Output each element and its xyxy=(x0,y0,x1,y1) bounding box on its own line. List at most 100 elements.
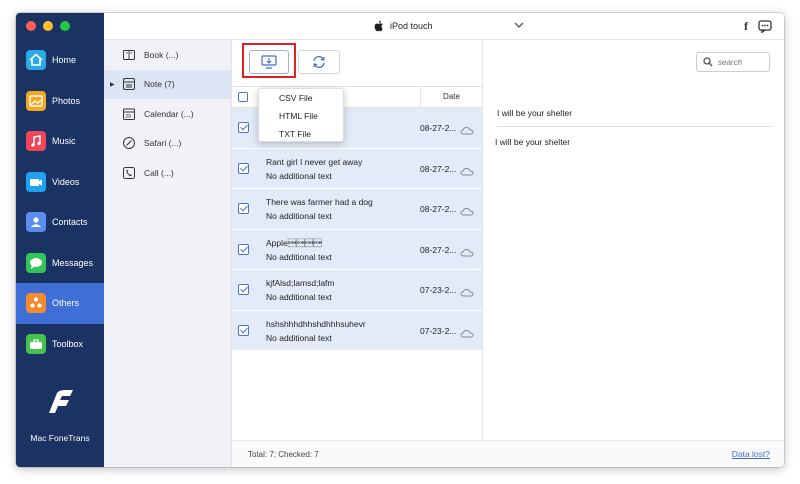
sidebar-item-messages[interactable]: Messages xyxy=(16,243,104,284)
category-label: Calendar (...) xyxy=(144,108,194,119)
feedback-chat-icon[interactable] xyxy=(758,20,772,33)
category-call[interactable]: Call (...) xyxy=(104,158,231,188)
sidebar-item-music[interactable]: Music xyxy=(16,121,104,162)
sidebar-item-label: Others xyxy=(52,298,80,309)
facebook-icon[interactable]: f xyxy=(744,19,748,34)
sidebar: Home Photos Music Videos Contacts Messages Oth… xyxy=(16,13,104,467)
note-title: There was farmer had a dog xyxy=(266,197,373,207)
sidebar-item-others[interactable]: Others xyxy=(16,283,104,324)
search-icon xyxy=(703,57,713,67)
sidebar-item-label: Music xyxy=(52,136,76,147)
refresh-button[interactable] xyxy=(298,50,340,74)
table-rows: lterNo additional text08-27-2...Rant gir… xyxy=(232,108,482,351)
cloud-icon xyxy=(460,167,474,175)
cloud-icon xyxy=(460,127,474,135)
photos-icon xyxy=(26,90,46,111)
others-icon xyxy=(26,293,46,314)
messages-icon xyxy=(26,252,46,273)
category-label: Book (...) xyxy=(144,49,179,60)
category-safari[interactable]: Safari (...) xyxy=(104,129,231,159)
row-checkbox[interactable] xyxy=(238,162,249,174)
row-checkbox[interactable] xyxy=(238,243,249,255)
note-date: 08-27-2... xyxy=(420,244,457,255)
note-detail-title: I will be your shelter xyxy=(497,108,573,118)
note-title: Rant girl I never get away xyxy=(266,156,363,167)
select-all-checkbox[interactable] xyxy=(238,92,248,102)
note-date: 08-27-2... xyxy=(420,163,457,174)
table-row[interactable]: Rant girl I never get away No additional … xyxy=(232,148,482,189)
note-subtitle: No additional text xyxy=(266,292,332,302)
sidebar-item-home[interactable]: Home xyxy=(16,40,104,81)
note-date: 08-27-2... xyxy=(420,123,457,133)
top-bar: iPod touch f xyxy=(104,13,784,40)
music-icon xyxy=(26,131,46,152)
minimize-window-button[interactable] xyxy=(43,21,53,31)
home-icon xyxy=(26,50,46,71)
divider xyxy=(497,126,771,127)
cloud-icon xyxy=(460,289,474,297)
list-toolbar xyxy=(232,40,482,86)
column-date[interactable]: Date xyxy=(420,87,482,107)
sidebar-item-videos[interactable]: Videos xyxy=(16,162,104,203)
export-pc-icon xyxy=(261,55,277,69)
export-option-html[interactable]: HTML File xyxy=(259,107,343,125)
row-checkbox[interactable] xyxy=(238,122,249,133)
category-note[interactable]: ▶ Note (7) xyxy=(104,69,231,99)
category-list: Book (...) ▶ Note (7) 29 Calendar (...) Safar… xyxy=(104,40,232,467)
maximize-window-button[interactable] xyxy=(60,21,70,31)
contacts-icon xyxy=(26,212,46,233)
sidebar-item-label: Videos xyxy=(52,176,80,187)
note-subtitle: No additional text xyxy=(266,251,332,262)
table-row[interactable]: kjfAlsd;lamsd;lafm No additional text 07-2… xyxy=(232,270,482,311)
category-label: Note (7) xyxy=(144,79,175,90)
row-checkbox[interactable] xyxy=(238,324,249,336)
export-to-computer-button[interactable] xyxy=(249,50,289,74)
status-summary: Total: 7; Checked: 7 xyxy=(248,450,319,459)
device-name: iPod touch xyxy=(390,21,433,31)
brand-name: Mac FoneTrans xyxy=(30,433,90,443)
sidebar-item-label: Home xyxy=(52,55,77,66)
window-controls xyxy=(26,21,70,31)
svg-text:29: 29 xyxy=(125,114,131,120)
search-box[interactable] xyxy=(696,52,770,72)
sidebar-item-label: Contacts xyxy=(52,217,88,228)
cloud-icon xyxy=(460,248,474,256)
sidebar-item-photos[interactable]: Photos xyxy=(16,81,104,122)
note-date: 07-23-2... xyxy=(420,285,457,295)
expand-arrow-icon[interactable]: ▶ xyxy=(110,81,115,88)
table-row[interactable]: hshshhhdhhshdhhhsuhevr No additional text… xyxy=(232,310,482,351)
row-checkbox[interactable] xyxy=(238,284,249,295)
chevron-down-icon[interactable] xyxy=(514,21,524,29)
close-window-button[interactable] xyxy=(26,21,36,31)
search-input[interactable] xyxy=(718,57,764,67)
category-calendar[interactable]: 29 Calendar (...) xyxy=(104,99,231,129)
table-row[interactable]: Apple No additional text 08-27-2... xyxy=(232,229,482,270)
note-date: 07-23-2... xyxy=(420,325,457,336)
category-label: Call (...) xyxy=(144,167,174,178)
sidebar-item-toolbox[interactable]: Toolbox xyxy=(16,324,104,365)
note-icon xyxy=(123,78,135,91)
book-icon xyxy=(123,49,135,60)
note-subtitle: No additional text xyxy=(266,332,332,343)
device-selector[interactable]: iPod touch xyxy=(374,20,433,32)
category-book[interactable]: Book (...) xyxy=(104,40,231,70)
table-row[interactable]: There was farmer had a dog No additional … xyxy=(232,189,482,230)
refresh-icon xyxy=(313,55,325,69)
fonetrans-logo-icon xyxy=(49,390,73,413)
note-title: kjfAlsd;lamsd;lafm xyxy=(266,278,335,288)
note-detail-pane: I will be your shelter I will be your sh… xyxy=(482,40,784,440)
safari-icon xyxy=(123,137,135,150)
export-option-csv[interactable]: CSV File xyxy=(259,89,343,107)
row-checkbox[interactable] xyxy=(238,203,249,214)
apple-icon xyxy=(374,20,383,32)
sidebar-item-label: Photos xyxy=(52,95,81,106)
data-lost-link[interactable]: Data lost? xyxy=(732,449,770,459)
category-label: Safari (...) xyxy=(144,138,182,149)
sidebar-item-contacts[interactable]: Contacts xyxy=(16,202,104,243)
call-icon xyxy=(123,166,135,179)
note-title: Apple xyxy=(266,237,322,248)
sidebar-nav: Home Photos Music Videos Contacts Messages Oth… xyxy=(16,40,104,364)
note-date: 08-27-2... xyxy=(420,204,457,214)
note-subtitle: No additional text xyxy=(266,211,332,221)
export-option-txt[interactable]: TXT File xyxy=(259,125,343,143)
